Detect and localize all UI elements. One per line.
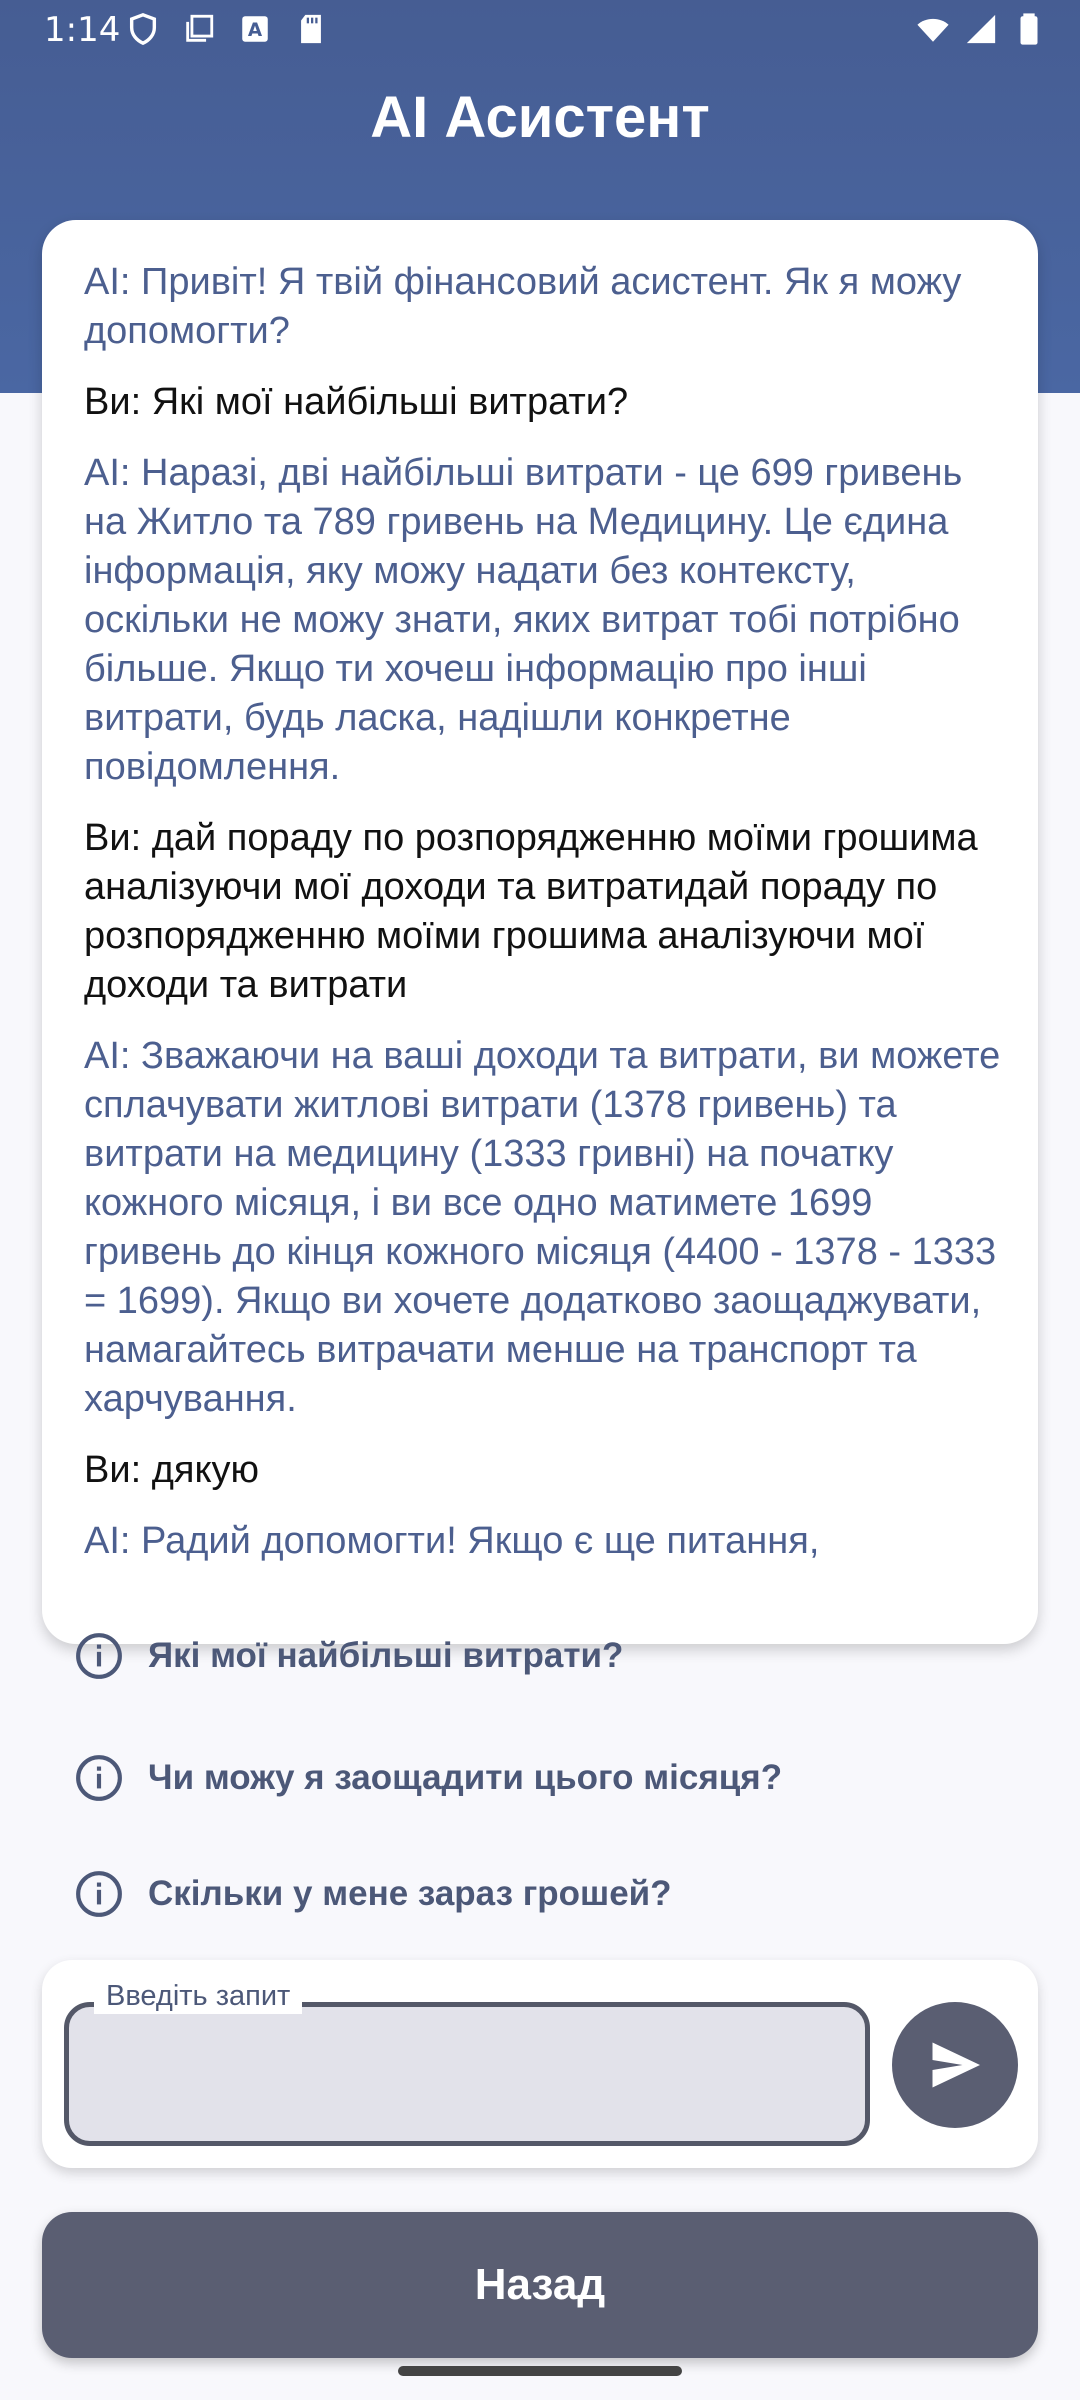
status-time: 1:14 xyxy=(44,10,121,50)
ai-message: AI: Привіт! Я твій фінансовий асистент. … xyxy=(84,261,962,352)
ai-message: AI: Наразі, дві найбільші витрати - це 6… xyxy=(84,452,963,788)
user-message: Ви: дякую xyxy=(84,1449,259,1491)
info-icon xyxy=(76,1633,122,1679)
suggestion-save-this-month[interactable]: Чи можу я заощадити цього місяця? xyxy=(74,1748,974,1808)
chat-card: AI: Привіт! Я твій фінансовий асистент. … xyxy=(42,220,1038,1644)
back-button-label: Назад xyxy=(474,2260,606,2309)
suggestion-label: Які мої найбільші витрати? xyxy=(148,1636,624,1675)
keyboard-a-icon: A xyxy=(242,16,268,42)
info-icon xyxy=(76,1871,122,1917)
suggestion-label: Скільки у мене зараз грошей? xyxy=(148,1874,672,1913)
gesture-nav-handle[interactable] xyxy=(398,2366,682,2376)
wifi-icon xyxy=(917,18,949,42)
suggestion-label: Чи можу я заощадити цього місяця? xyxy=(148,1758,783,1797)
input-card: Введіть запит xyxy=(42,1960,1038,2168)
query-input-label: Введіть запит xyxy=(94,1978,303,2014)
svg-text:A: A xyxy=(248,20,263,41)
info-icon xyxy=(76,1755,122,1801)
signal-icon xyxy=(966,14,996,44)
query-input-box[interactable] xyxy=(64,2002,870,2146)
sd-card-icon xyxy=(301,14,321,44)
suggestion-current-money[interactable]: Скільки у мене зараз грошей? xyxy=(74,1864,974,1924)
status-icons-left: A xyxy=(126,12,328,46)
shield-icon xyxy=(129,13,157,46)
ai-message: AI: Радий допомогти! Якщо є ще питання, xyxy=(84,1520,820,1562)
status-bar: 1:14 A xyxy=(0,0,1080,60)
suggestion-biggest-expenses[interactable]: Які мої найбільші витрати? xyxy=(74,1626,974,1686)
battery-icon xyxy=(1020,13,1038,45)
send-button[interactable] xyxy=(892,2002,1018,2128)
send-icon xyxy=(932,2042,980,2088)
user-message: Ви: дай пораду по розпорядженню моїми гр… xyxy=(84,817,978,1006)
ai-message: AI: Зважаючи на ваші доходи та витрати, … xyxy=(84,1035,1001,1420)
chat-scroll-area[interactable]: AI: Привіт! Я твій фінансовий асистент. … xyxy=(84,258,1004,1598)
query-input[interactable] xyxy=(89,2027,849,2123)
status-icons-right xyxy=(916,12,1046,46)
user-message: Ви: Які мої найбільші витрати? xyxy=(84,381,629,423)
back-button[interactable]: Назад xyxy=(42,2212,1038,2358)
page-title: AI Асистент xyxy=(370,85,710,150)
screen-copy-icon xyxy=(186,14,214,42)
